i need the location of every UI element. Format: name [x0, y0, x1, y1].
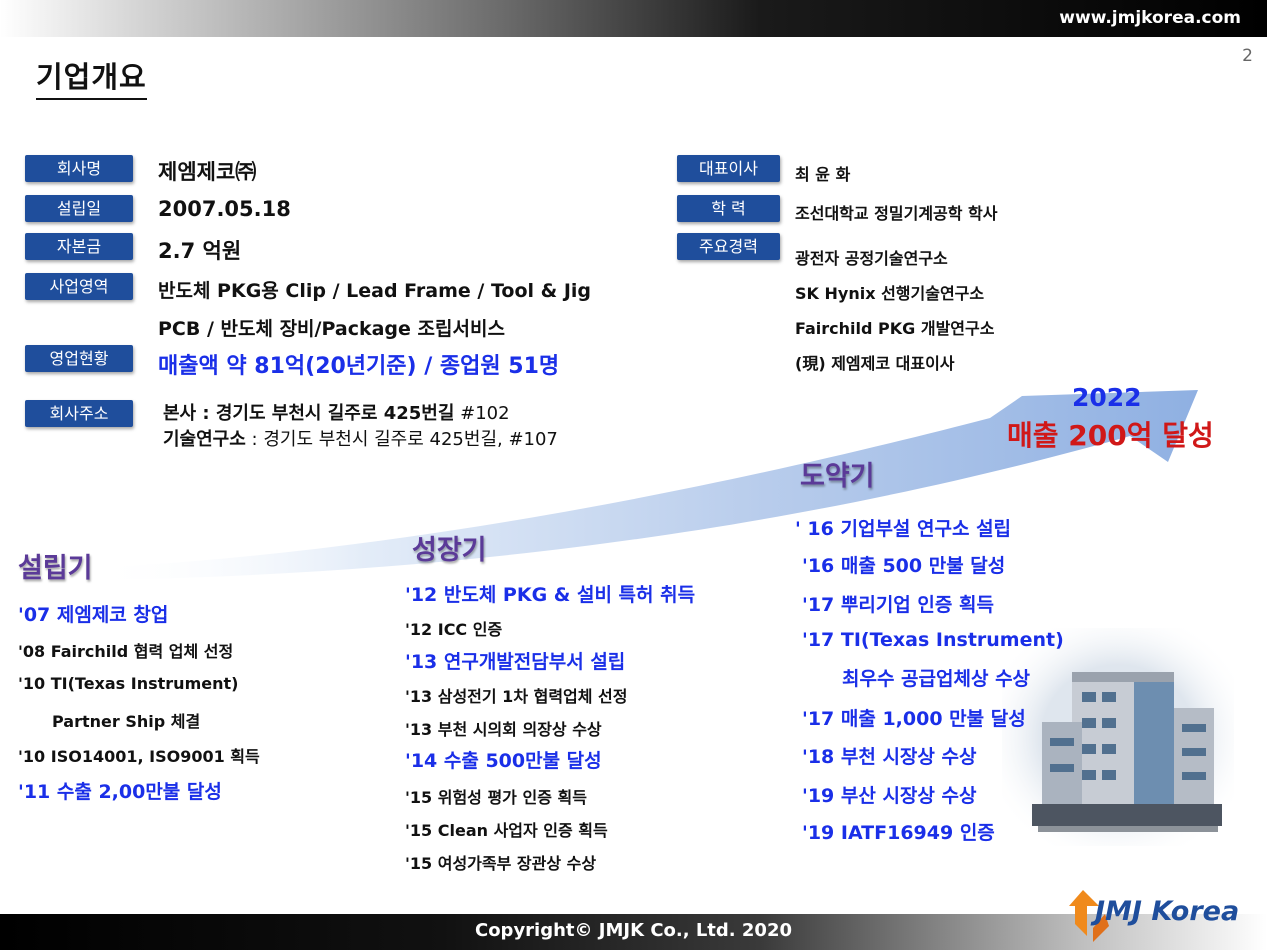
history-item: '12 ICC 인증 — [405, 620, 503, 639]
business-area-value: 반도체 PKG용 Clip / Lead Frame / Tool & Jig — [158, 280, 592, 302]
building-photo — [1002, 628, 1234, 846]
sales-status-value: 매출액 약 81억(20년기준) / 종업원 51명 — [158, 354, 560, 379]
history-item: '10 TI(Texas Instrument) — [18, 674, 239, 693]
company-name-badge: 회사명 — [25, 155, 133, 182]
business-area-badge: 사업영역 — [25, 273, 133, 300]
history-item: '10 ISO14001, ISO9001 획득 — [18, 747, 260, 766]
hq-address-suffix: #102 — [454, 403, 510, 424]
education-badge: 학 력 — [677, 195, 780, 222]
history-item: '08 Fairchild 협력 업체 선정 — [18, 642, 234, 661]
history-item: '15 위험성 평가 인증 획득 — [405, 788, 587, 807]
business-area-value-2: PCB / 반도체 장비/Package 조립서비스 — [158, 318, 505, 340]
capital-badge: 자본금 — [25, 233, 133, 260]
goal-year: 2022 — [1072, 383, 1142, 412]
hq-address: 본사 : 경기도 부천시 길주로 425번길 #102 — [163, 399, 510, 425]
history-item: '15 여성가족부 장관상 수상 — [405, 854, 597, 873]
career-line: Fairchild PKG 개발연구소 — [795, 319, 995, 338]
history-item: '17 매출 1,000 만불 달성 — [802, 708, 1026, 730]
history-item: '14 수출 500만불 달성 — [405, 750, 602, 772]
lab-address-value: : 경기도 부천시 길주로 425번길, #107 — [245, 429, 558, 450]
history-item: Partner Ship 체결 — [52, 712, 201, 731]
history-item: ' 16 기업부설 연구소 설립 — [795, 518, 1012, 540]
history-item: 최우수 공급업체상 수상 — [842, 668, 1031, 690]
history-item: '18 부천 시장상 수상 — [802, 746, 977, 768]
lab-address: 기술연구소 : 경기도 부천시 길주로 425번길, #107 — [163, 425, 558, 451]
company-name-value: 제엠제코㈜ — [158, 160, 257, 184]
phase-title-founding: 설립기 — [18, 553, 93, 584]
lab-address-label: 기술연구소 — [163, 429, 246, 450]
history-item: '11 수출 2,00만불 달성 — [18, 781, 222, 803]
ceo-badge: 대표이사 — [677, 155, 780, 182]
history-item: '15 Clean 사업자 인증 획득 — [405, 821, 608, 840]
address-badge: 회사주소 — [25, 400, 133, 427]
history-item: '19 IATF16949 인증 — [802, 822, 995, 844]
career-line: (現) 제엠제코 대표이사 — [795, 354, 955, 373]
history-item: '13 부천 시의회 의장상 수상 — [405, 720, 602, 739]
sales-status-badge: 영업현황 — [25, 345, 133, 372]
history-item: '12 반도체 PKG & 설비 특허 취득 — [405, 584, 696, 606]
history-item: '17 TI(Texas Instrument) — [802, 629, 1064, 651]
founded-date-value: 2007.05.18 — [158, 197, 291, 221]
history-item: '13 연구개발전담부서 설립 — [405, 651, 626, 673]
history-item: '16 매출 500 만불 달성 — [802, 555, 1006, 577]
education-value: 조선대학교 정밀기계공학 학사 — [795, 204, 998, 223]
career-line: SK Hynix 선행기술연구소 — [795, 284, 985, 303]
phase-title-leap: 도약기 — [800, 461, 875, 492]
history-item: '19 부산 시장상 수상 — [802, 785, 977, 807]
ceo-name: 최 윤 화 — [795, 165, 851, 184]
history-item: '07 제엠제코 창업 — [18, 604, 169, 626]
history-item: '17 뿌리기업 인증 획득 — [802, 594, 994, 616]
phase-title-growth: 성장기 — [412, 535, 487, 566]
history-item: '13 삼성전기 1차 협력업체 선정 — [405, 687, 628, 706]
founded-date-badge: 설립일 — [25, 195, 133, 222]
career-line: 광전자 공정기술연구소 — [795, 249, 948, 268]
career-badge: 주요경력 — [677, 233, 780, 260]
goal-text: 매출 200억 달성 — [1007, 419, 1214, 452]
hq-address-label: 본사 : 경기도 부천시 길주로 425번길 — [163, 403, 455, 424]
company-logo: JMJ Korea — [1095, 896, 1240, 927]
capital-value: 2.7 억원 — [158, 239, 242, 263]
